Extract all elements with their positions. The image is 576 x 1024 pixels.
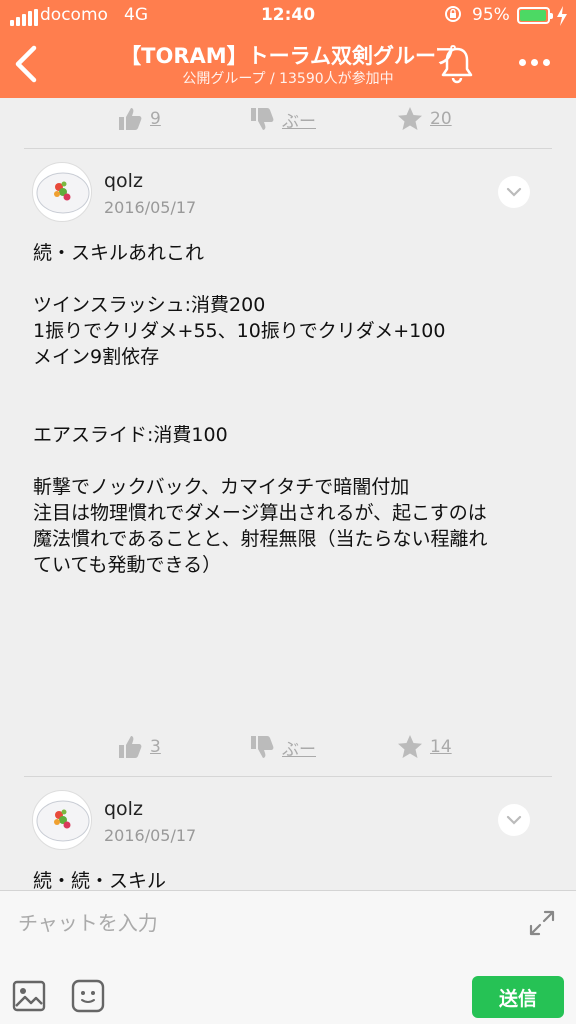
post-username[interactable]: qolz [104,798,143,820]
reaction-bar: 3 ぶー 14 [0,727,576,771]
bell-icon[interactable] [438,44,476,84]
post-line: 1振りでクリダメ+55、10振りでクリダメ+100 [33,320,446,342]
boo-label: ぶー [282,739,316,760]
post-date: 2016/05/17 [104,826,197,845]
thumbs-up-icon [119,108,142,130]
post-line: メイン9割依存 [33,346,160,368]
avatar[interactable] [32,162,92,222]
rotation-lock-icon [445,6,461,22]
post-line: エアスライド:消費100 [33,424,228,446]
post-line: ツインスラッシュ:消費200 [33,294,266,316]
sticker-icon[interactable] [70,979,106,1013]
thumbs-down-icon [251,108,274,130]
star-icon [398,107,422,130]
divider [24,776,552,777]
app-header: docomo 4G 12:40 95% 【TORAM】トーラム双剣グループ 公開… [0,0,576,98]
chevron-left-icon[interactable] [8,42,44,86]
post-line: 続・スキルあれこれ [33,242,205,264]
status-bar: docomo 4G 12:40 95% [0,0,576,30]
like-button[interactable]: 3 [116,733,161,761]
more-icon[interactable] [514,50,554,74]
boo-button[interactable]: ぶー [248,105,316,133]
post-username[interactable]: qolz [104,170,143,192]
battery-icon [517,7,553,24]
post-line: ていても発動できる） [33,554,222,576]
post-date: 2016/05/17 [104,198,197,217]
battery-percent: 95% [472,5,510,25]
expand-icon[interactable] [528,909,556,937]
like-count: 9 [150,109,161,129]
star-button[interactable]: 20 [396,105,452,133]
like-button[interactable]: 9 [116,105,161,133]
boo-button[interactable]: ぶー [248,733,316,761]
avatar[interactable] [32,790,92,850]
send-button[interactable]: 送信 [472,976,564,1018]
image-icon[interactable] [12,979,46,1013]
star-count: 14 [430,737,452,757]
like-count: 3 [150,737,161,757]
post-body: 続・スキルあれこれ ツインスラッシュ:消費200 1振りでクリダメ+55、10振… [33,240,553,578]
charging-icon [557,6,567,26]
post-line: 魔法慣れであることと、射程無限（当たらない程離れ [33,528,488,550]
chevron-down-icon[interactable] [498,176,530,208]
reaction-bar: 9 ぶー 20 [0,99,576,143]
post-line: 注目は物理慣れでダメージ算出されるが、起こすのは [33,502,487,524]
star-icon [398,735,422,758]
star-button[interactable]: 14 [396,733,452,761]
star-count: 20 [430,109,452,129]
divider [24,148,552,149]
boo-label: ぶー [282,111,316,132]
chevron-down-icon[interactable] [498,804,530,836]
post-line: 斬撃でノックバック、カマイタチで暗闇付加 [33,476,410,498]
chat-composer: 送信 [0,890,576,1024]
thumbs-up-icon [119,736,142,758]
thumbs-down-icon [251,736,274,758]
chat-input[interactable] [18,903,498,943]
